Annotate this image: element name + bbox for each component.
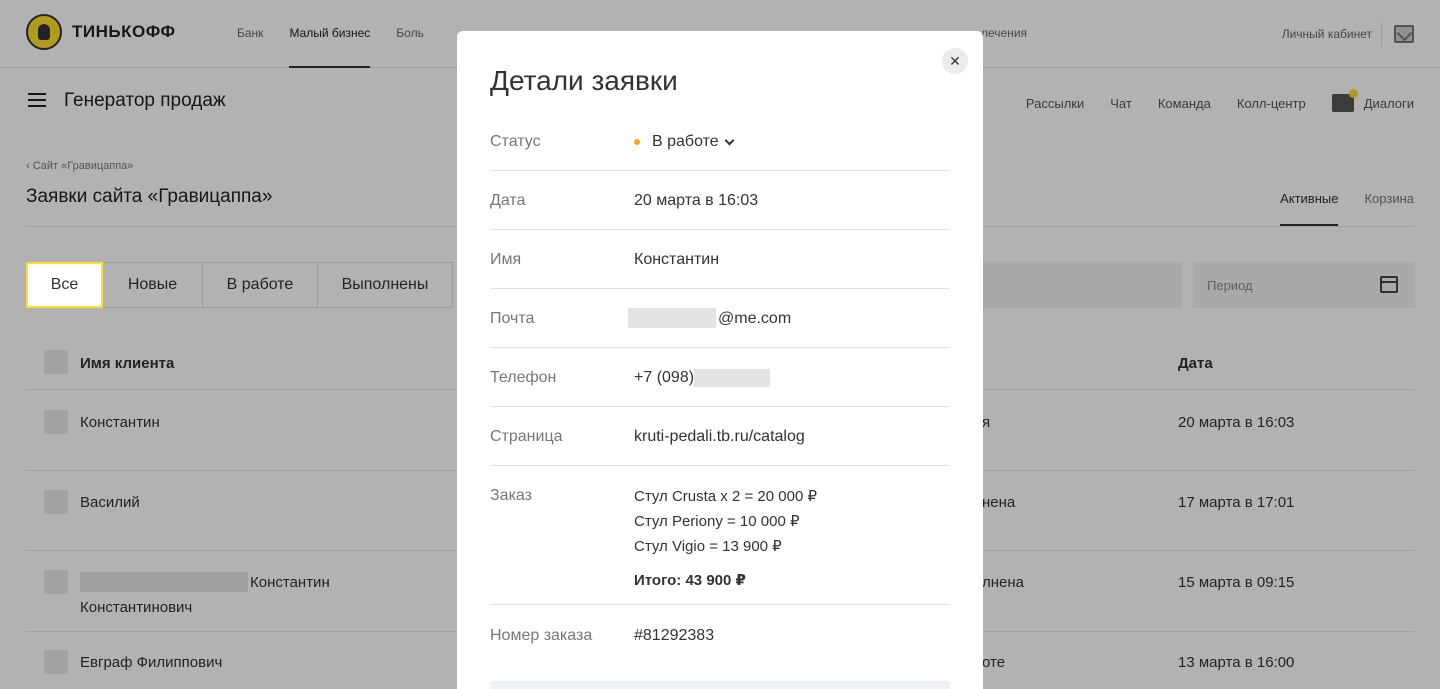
status-dropdown[interactable]: В работе bbox=[652, 133, 735, 151]
field-order: Заказ Стул Crusta x 2 = 20 000 ₽ Стул Pe… bbox=[490, 466, 950, 605]
request-details-modal: ✕ Детали заявки Статус В работе Дата 20 … bbox=[457, 31, 983, 689]
order-item: Стул Periony = 10 000 ₽ bbox=[634, 513, 800, 530]
field-label: Почта bbox=[490, 310, 535, 327]
modal-title: Детали заявки bbox=[490, 65, 678, 96]
status-dot-icon bbox=[634, 139, 640, 145]
order-total: Итого: 43 900 ₽ bbox=[634, 572, 746, 589]
close-icon: ✕ bbox=[949, 52, 961, 69]
field-page: Страница kruti-pedali.tb.ru/catalog bbox=[490, 407, 950, 466]
order-item: Стул Vigio = 13 900 ₽ bbox=[634, 538, 782, 555]
field-value: 20 марта в 16:03 bbox=[634, 192, 759, 209]
field-label: Номер заказа bbox=[490, 627, 593, 644]
field-label: Страница bbox=[490, 428, 563, 445]
redacted-text bbox=[628, 308, 716, 328]
field-date: Дата 20 марта в 16:03 bbox=[490, 171, 950, 230]
field-value: #81292383 bbox=[634, 627, 715, 644]
field-label: Имя bbox=[490, 251, 522, 268]
field-label: Статус bbox=[490, 133, 541, 150]
field-status: Статус В работе bbox=[490, 121, 950, 171]
modal-footer-panel bbox=[490, 681, 950, 689]
filter-all[interactable]: Все bbox=[26, 262, 103, 308]
field-value[interactable]: @me.com bbox=[718, 310, 791, 328]
page-link[interactable]: kruti-pedali.tb.ru/catalog bbox=[634, 428, 805, 446]
field-name: Имя Константин bbox=[490, 230, 950, 289]
field-label: Телефон bbox=[490, 369, 557, 386]
close-button[interactable]: ✕ bbox=[942, 48, 968, 74]
field-label: Дата bbox=[490, 192, 526, 209]
chevron-down-icon bbox=[724, 135, 735, 145]
status-value: В работе bbox=[652, 133, 719, 150]
field-value[interactable]: +7 (098) bbox=[634, 369, 694, 387]
field-email: Почта @me.com bbox=[490, 289, 950, 348]
field-order-number: Номер заказа #81292383 bbox=[490, 605, 950, 665]
field-phone: Телефон +7 (098) bbox=[490, 348, 950, 407]
redacted-text bbox=[694, 369, 770, 387]
field-label: Заказ bbox=[490, 487, 532, 504]
field-value: Константин bbox=[634, 251, 720, 268]
order-item: Стул Crusta x 2 = 20 000 ₽ bbox=[634, 488, 818, 505]
